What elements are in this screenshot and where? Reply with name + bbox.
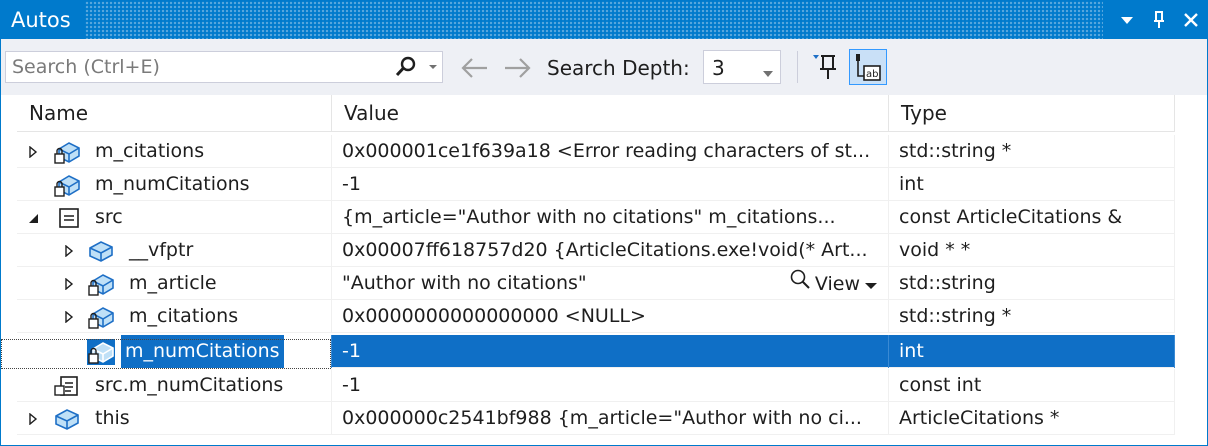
name-cell: src bbox=[17, 201, 332, 234]
toolbar-separator bbox=[797, 51, 798, 83]
pin-source-icon[interactable] bbox=[809, 51, 841, 83]
parameter-icon bbox=[55, 205, 83, 231]
column-header-type[interactable]: Type bbox=[889, 95, 1175, 131]
private-field-icon bbox=[53, 172, 81, 198]
type-cell: void * * bbox=[889, 234, 1175, 267]
table-row[interactable]: m_article "Author with no citations" Vie… bbox=[17, 267, 1175, 300]
expand-arrow-icon[interactable] bbox=[61, 267, 77, 300]
name-cell: m_citations bbox=[17, 300, 332, 333]
variable-name: m_article bbox=[129, 272, 217, 294]
type-cell: std::string bbox=[889, 267, 1175, 300]
window-options-icon[interactable] bbox=[1111, 1, 1143, 39]
table-row[interactable]: m_numCitations -1 int bbox=[17, 168, 1175, 201]
variable-name: this bbox=[95, 407, 130, 429]
expand-arrow-icon[interactable] bbox=[61, 234, 77, 267]
autos-window: Autos Search (Ctrl+E) Search Depth: 3 ab… bbox=[0, 0, 1208, 446]
type-cell: int bbox=[889, 168, 1175, 201]
value-cell[interactable]: "Author with no citations" View bbox=[332, 267, 889, 300]
column-headers: Name Value Type bbox=[17, 95, 1175, 132]
value-cell[interactable]: 0x0000000000000000 <NULL> bbox=[332, 300, 889, 333]
variable-name: src bbox=[95, 206, 123, 228]
type-cell: const int bbox=[889, 369, 1175, 402]
private-field-icon bbox=[53, 139, 81, 165]
expression-icon bbox=[53, 373, 81, 399]
column-header-value[interactable]: Value bbox=[332, 95, 889, 131]
table-row-selected[interactable]: m_numCitations -1 int bbox=[17, 335, 1175, 368]
table-row[interactable]: __vfptr 0x00007ff618757d20 {ArticleCitat… bbox=[17, 234, 1175, 267]
search-depth-value: 3 bbox=[712, 56, 725, 80]
visualizer-label: View bbox=[814, 272, 860, 295]
variable-name: m_citations bbox=[129, 305, 239, 327]
visualizer-button[interactable]: View bbox=[789, 267, 878, 300]
name-cell: m_article bbox=[17, 267, 332, 300]
svg-text:ab: ab bbox=[866, 69, 878, 80]
type-cell: ArticleCitations * bbox=[889, 402, 1175, 435]
search-options-icon[interactable] bbox=[426, 55, 440, 79]
field-icon bbox=[87, 238, 115, 264]
variable-name: m_numCitations bbox=[95, 173, 250, 195]
expand-arrow-icon[interactable] bbox=[25, 135, 41, 168]
name-cell: m_numCitations bbox=[17, 168, 332, 201]
type-cell: int bbox=[889, 335, 1175, 368]
value-text: "Author with no citations" bbox=[342, 272, 587, 294]
magnifier-icon bbox=[789, 268, 811, 300]
private-field-icon bbox=[87, 304, 115, 330]
name-cell: m_numCitations bbox=[17, 335, 332, 368]
table-row[interactable]: m_citations 0x0000000000000000 <NULL> st… bbox=[17, 300, 1175, 333]
value-cell[interactable]: -1 bbox=[332, 168, 889, 201]
forward-arrow-icon[interactable] bbox=[501, 54, 535, 82]
table-row[interactable]: src.m_numCitations -1 const int bbox=[17, 369, 1175, 402]
name-cell: m_citations bbox=[17, 135, 332, 168]
title-bar: Autos bbox=[1, 1, 1207, 39]
variable-name: m_citations bbox=[95, 140, 205, 162]
back-arrow-icon[interactable] bbox=[457, 54, 491, 82]
pin-icon[interactable] bbox=[1143, 1, 1175, 39]
name-cell: src.m_numCitations bbox=[17, 369, 332, 402]
toolbar: Search Depth: 3 ab bbox=[1, 39, 1207, 95]
value-cell[interactable]: 0x000000c2541bf988 {m_article="Author wi… bbox=[332, 402, 889, 435]
value-cell[interactable]: 0x000001ce1f639a18 <Error reading charac… bbox=[332, 135, 889, 168]
private-field-icon bbox=[87, 271, 115, 297]
autos-grid: Name Value Type m_citations 0x000001ce1f… bbox=[1, 95, 1207, 445]
value-cell[interactable]: -1 bbox=[332, 369, 889, 402]
variable-name: src.m_numCitations bbox=[95, 374, 284, 396]
table-row[interactable]: this 0x000000c2541bf988 {m_article="Auth… bbox=[17, 402, 1175, 435]
type-cell: std::string * bbox=[889, 135, 1175, 168]
variable-name: __vfptr bbox=[129, 239, 194, 261]
search-icon[interactable] bbox=[392, 55, 420, 79]
expand-arrow-icon[interactable] bbox=[25, 402, 41, 435]
close-icon[interactable] bbox=[1175, 1, 1207, 39]
table-row[interactable]: src {m_article="Author with no citations… bbox=[17, 201, 1175, 234]
hexadecimal-display-icon[interactable]: ab bbox=[849, 49, 887, 85]
name-cell: this bbox=[17, 402, 332, 435]
collapse-arrow-icon[interactable] bbox=[25, 201, 41, 234]
type-cell: const ArticleCitations & bbox=[889, 201, 1175, 234]
variable-name: m_numCitations bbox=[121, 335, 284, 368]
window-title: Autos bbox=[1, 1, 85, 39]
value-cell[interactable]: {m_article="Author with no citations" m_… bbox=[332, 201, 889, 234]
type-cell: std::string * bbox=[889, 300, 1175, 333]
name-cell: __vfptr bbox=[17, 234, 332, 267]
chevron-down-icon bbox=[864, 268, 878, 300]
table-row[interactable]: m_citations 0x000001ce1f639a18 <Error re… bbox=[17, 135, 1175, 168]
search-depth-label: Search Depth: bbox=[547, 56, 690, 80]
search-input[interactable] bbox=[6, 52, 382, 82]
search-depth-dropdown[interactable]: 3 bbox=[703, 50, 781, 84]
chevron-down-icon bbox=[762, 63, 774, 82]
search-box[interactable] bbox=[5, 51, 443, 83]
title-buttons bbox=[1103, 1, 1207, 39]
column-header-name[interactable]: Name bbox=[17, 95, 332, 131]
value-cell[interactable]: -1 bbox=[332, 335, 889, 368]
vertical-scrollbar[interactable] bbox=[1175, 95, 1207, 445]
value-cell[interactable]: 0x00007ff618757d20 {ArticleCitations.exe… bbox=[332, 234, 889, 267]
private-field-icon bbox=[87, 339, 115, 365]
expand-arrow-icon[interactable] bbox=[61, 300, 77, 333]
local-variable-icon bbox=[53, 406, 81, 432]
